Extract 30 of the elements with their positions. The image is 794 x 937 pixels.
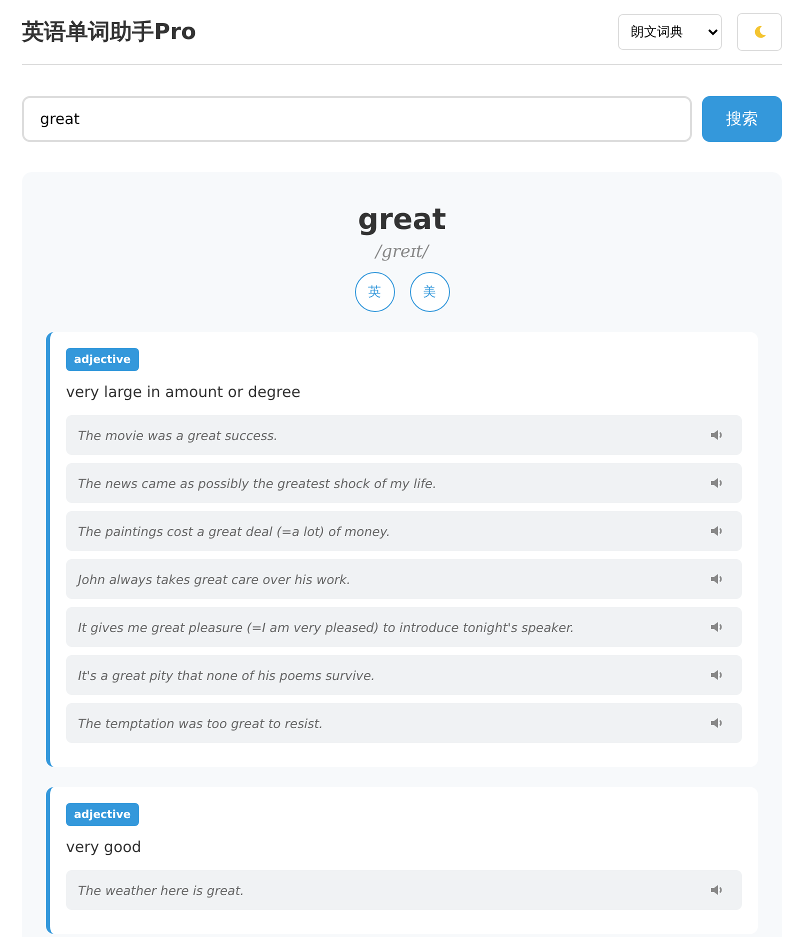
app-title: 英语单词助手Pro bbox=[22, 19, 196, 47]
dictionary-dropdown[interactable]: 朗文词典 bbox=[618, 14, 722, 50]
pronunciation-button[interactable]: 英 bbox=[354, 272, 394, 312]
example-sentence: The news came as possibly the greatest shock of my life. bbox=[78, 476, 437, 490]
example-sentence: The movie was a great success. bbox=[78, 428, 278, 442]
speaker-icon[interactable] bbox=[710, 621, 724, 633]
part-of-speech-tag: adjective bbox=[66, 348, 139, 371]
speaker-icon[interactable] bbox=[710, 525, 724, 537]
speaker-icon[interactable] bbox=[710, 717, 724, 729]
speaker-icon[interactable] bbox=[710, 477, 724, 489]
speaker-icon[interactable] bbox=[710, 429, 724, 441]
moon-icon bbox=[752, 25, 766, 39]
example-sentence: John always takes great care over his work. bbox=[78, 572, 351, 586]
part-of-speech-tag: adjective bbox=[66, 803, 139, 826]
theme-toggle-button[interactable] bbox=[737, 13, 782, 51]
search-field[interactable]: great bbox=[22, 96, 692, 142]
example-sentence: The temptation was too great to resist. bbox=[78, 716, 323, 730]
example-sentence: It gives me great pleasure (=I am very pleased) to introduce tonight's speaker. bbox=[78, 620, 574, 634]
search-button[interactable]: 搜索 bbox=[702, 96, 782, 142]
speaker-icon[interactable] bbox=[710, 669, 724, 681]
example-sentence: The weather here is great. bbox=[78, 882, 244, 898]
speaker-icon[interactable] bbox=[710, 884, 724, 896]
pronunciation-button[interactable]: 美 bbox=[410, 272, 450, 312]
definition-text: very good bbox=[66, 838, 142, 856]
example-sentence: The paintings cost a great deal (=a lot) of money. bbox=[78, 524, 390, 538]
example-sentence: It's a great pity that none of his poems survive. bbox=[78, 668, 375, 682]
phonetic-text: /greɪt/ bbox=[376, 242, 428, 262]
speaker-icon[interactable] bbox=[710, 573, 724, 585]
headword: great bbox=[358, 202, 446, 236]
definition-text: very large in amount or degree bbox=[66, 383, 302, 401]
